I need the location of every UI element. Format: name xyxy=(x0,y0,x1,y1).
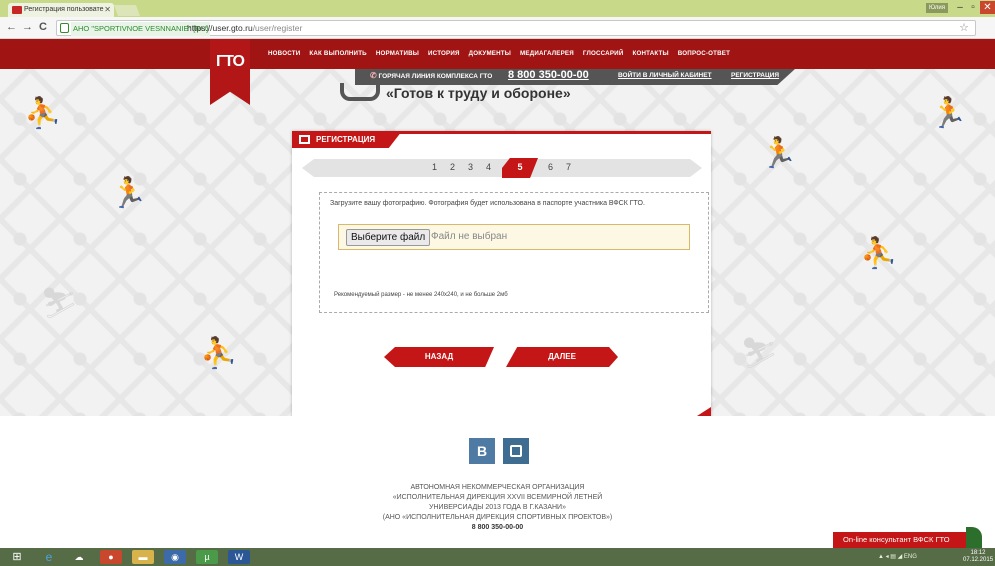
phone-icon: ✆ xyxy=(370,71,377,80)
athlete-figure-icon: ⛹ xyxy=(24,97,62,130)
app-icon[interactable]: ☁ xyxy=(68,550,90,564)
hotline-number[interactable]: 8 800 350-00-00 xyxy=(508,69,589,81)
gto-favicon-icon xyxy=(12,6,22,14)
folder-icon[interactable]: ▬ xyxy=(132,550,154,564)
nav-item-glossary[interactable]: ГЛОССАРИЙ xyxy=(583,50,624,57)
back-arrow-icon[interactable]: ← xyxy=(6,21,17,33)
file-status: Файл не выбран xyxy=(431,231,508,242)
lock-icon xyxy=(60,23,69,33)
hotline-label: ✆ ГОРЯЧАЯ ЛИНИЯ КОМПЛЕКСА ГТО xyxy=(370,71,492,80)
athlete-figure-icon: 🏃 xyxy=(930,97,968,130)
nav-item-contacts[interactable]: КОНТАКТЫ xyxy=(632,50,668,57)
nav-item-faq[interactable]: ВОПРОС-ОТВЕТ xyxy=(678,50,730,57)
url-text[interactable]: https://user.gto.ru/user/register xyxy=(187,21,302,35)
tab-close-icon[interactable]: ✕ xyxy=(104,3,111,17)
org-line: (АНО «ИСПОЛНИТЕЛЬНАЯ ДИРЕКЦИЯ СПОРТИВНЫХ… xyxy=(382,514,613,521)
browser-titlebar: Регистрация пользовате ✕ Юлия – ▫ ✕ xyxy=(0,0,995,17)
forward-arrow-icon[interactable]: → xyxy=(22,21,33,33)
nav-item-how-to[interactable]: КАК ВЫПОЛНИТЬ xyxy=(309,50,366,57)
site-slogan: «Готов к труду и обороне» xyxy=(386,85,571,101)
athlete-figure-icon: 🏃 xyxy=(110,177,148,210)
nav-item-norms[interactable]: НОРМАТИВЫ xyxy=(376,50,419,57)
profile-badge[interactable]: Юлия xyxy=(926,3,948,13)
language-indicator[interactable]: ENG xyxy=(904,554,917,560)
windows-start-icon[interactable]: ⊞ xyxy=(6,550,28,564)
active-step-label: 5 xyxy=(517,162,523,172)
organization-info: АВТОНОМНАЯ НЕКОММЕРЧЕСКАЯ ОРГАНИЗАЦИЯ «И… xyxy=(0,483,995,533)
step-7[interactable]: 7 xyxy=(566,162,571,172)
step-4[interactable]: 4 xyxy=(486,162,491,172)
top-navigation: НОВОСТИ КАК ВЫПОЛНИТЬ НОРМАТИВЫ ИСТОРИЯ … xyxy=(0,39,995,69)
window-close-icon[interactable]: ✕ xyxy=(980,1,995,14)
logo-text: ГТО xyxy=(216,53,245,70)
url-host: https://user.gto.ru xyxy=(187,23,253,33)
card-corner-decoration xyxy=(683,407,711,416)
camera-icon xyxy=(510,445,522,457)
athlete-figure-icon: 🏃 xyxy=(760,137,798,170)
word-icon[interactable]: W xyxy=(228,550,250,564)
site-footer: B АВТОНОМНАЯ НЕКОММЕРЧЕСКАЯ ОРГАНИЗАЦИЯ … xyxy=(0,416,995,548)
athlete-figure-icon: ⛷ xyxy=(40,287,79,320)
org-line: УНИВЕРСИАДЫ 2013 ГОДА В Г.КАЗАНИ» xyxy=(429,504,566,511)
consultant-tab[interactable] xyxy=(966,527,982,548)
nav-item-media[interactable]: МЕДИАГАЛЕРЕЯ xyxy=(520,50,574,57)
chrome-icon[interactable]: ● xyxy=(100,550,122,564)
id-card-icon xyxy=(299,135,310,144)
main-menu: НОВОСТИ КАК ВЫПОЛНИТЬ НОРМАТИВЫ ИСТОРИЯ … xyxy=(268,50,730,57)
browser-tab[interactable]: Регистрация пользовате ✕ xyxy=(8,3,114,17)
slogan-emblem xyxy=(340,83,380,101)
file-input[interactable]: Выберите файл Файл не выбран xyxy=(338,224,690,250)
athlete-figure-icon: ⛹ xyxy=(200,337,238,370)
photo-upload-area: Загрузите вашу фотографию. Фотография бу… xyxy=(319,192,709,313)
choose-file-button[interactable]: Выберите файл xyxy=(346,229,431,246)
nav-item-documents[interactable]: ДОКУМЕНТЫ xyxy=(469,50,511,57)
step-3[interactable]: 3 xyxy=(468,162,473,172)
athlete-figure-icon: ⛷ xyxy=(740,337,779,370)
online-consultant-button[interactable]: On-line консультант ВФСК ГТО xyxy=(833,532,968,548)
registration-card: РЕГИСТРАЦИЯ 1 2 3 4 5 6 7 Загрузите вашу… xyxy=(292,131,711,416)
register-link[interactable]: РЕГИСТРАЦИЯ xyxy=(731,72,779,79)
bookmark-star-icon[interactable]: ☆ xyxy=(959,21,969,35)
step-1[interactable]: 1 xyxy=(432,162,437,172)
media-icon[interactable]: ◉ xyxy=(164,550,186,564)
athlete-figure-icon: ⛹ xyxy=(860,237,898,270)
step-2[interactable]: 2 xyxy=(450,162,455,172)
hotline-text: ГОРЯЧАЯ ЛИНИЯ КОМПЛЕКСА ГТО xyxy=(378,73,493,80)
ie-icon[interactable]: e xyxy=(38,550,60,564)
utorrent-icon[interactable]: µ xyxy=(196,550,218,564)
tab-title: Регистрация пользовате xyxy=(24,6,104,13)
windows-taskbar: ⊞ e ☁ ● ▬ ◉ µ W ▲ ◂ ▤ ◢ ENG 18:12 07.12.2… xyxy=(0,548,995,566)
back-button[interactable]: НАЗАД xyxy=(384,347,494,367)
new-tab-button[interactable] xyxy=(113,5,141,16)
nav-item-news[interactable]: НОВОСТИ xyxy=(268,50,300,57)
tray-icons-icon: ▲ ◂ ▤ ◢ xyxy=(878,554,904,560)
clock[interactable]: 18:12 07.12.2015 xyxy=(963,550,993,564)
clock-time: 18:12 xyxy=(970,550,986,556)
size-hint: Рекомендуемый размер - не менее 240x240,… xyxy=(334,292,508,298)
login-cabinet-link[interactable]: ВОЙТИ В ЛИЧНЫЙ КАБИНЕТ xyxy=(618,72,712,79)
minimize-icon[interactable]: – xyxy=(954,1,966,14)
nav-item-history[interactable]: ИСТОРИЯ xyxy=(428,50,460,57)
clock-date: 07.12.2015 xyxy=(963,557,994,563)
next-button[interactable]: ДАЛЕЕ xyxy=(506,347,618,367)
url-path: /user/register xyxy=(252,23,303,33)
card-title: РЕГИСТРАЦИЯ xyxy=(316,135,376,144)
address-bar[interactable]: АНО "SPORTIVNOE VESNNANIE" [RU] https://… xyxy=(56,20,976,36)
upload-instruction: Загрузите вашу фотографию. Фотография бу… xyxy=(330,200,645,207)
card-header: РЕГИСТРАЦИЯ xyxy=(292,131,402,148)
instagram-icon[interactable] xyxy=(503,438,529,464)
step-6[interactable]: 6 xyxy=(548,162,553,172)
browser-toolbar: ← → C АНО "SPORTIVNOE VESNNANIE" [RU] ht… xyxy=(0,17,995,39)
org-line: «ИСПОЛНИТЕЛЬНАЯ ДИРЕКЦИЯ XXVII ВСЕМИРНОЙ… xyxy=(392,494,603,501)
org-line: АВТОНОМНАЯ НЕКОММЕРЧЕСКАЯ ОРГАНИЗАЦИЯ xyxy=(410,484,585,491)
system-tray[interactable]: ▲ ◂ ▤ ◢ ENG xyxy=(878,553,917,560)
maximize-icon[interactable]: ▫ xyxy=(967,1,979,14)
reload-icon[interactable]: C xyxy=(39,21,47,33)
site-area: ⛹ 🏃 ⛷ ⛹ 🏃 ⛹ ⛷ 🏃 НОВОСТИ КАК ВЫПОЛНИТЬ НО… xyxy=(0,39,995,416)
vk-icon[interactable]: B xyxy=(469,438,495,464)
